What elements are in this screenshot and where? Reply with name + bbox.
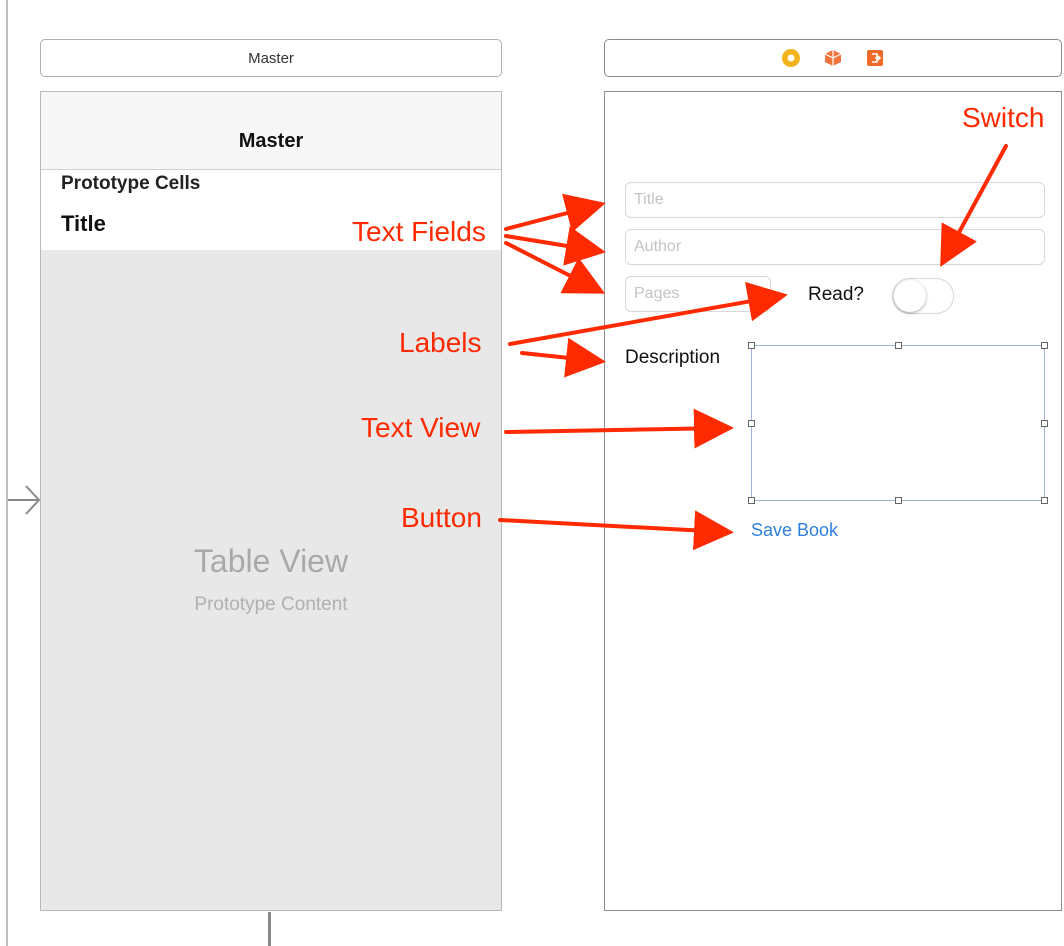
resize-handle[interactable]: [748, 497, 755, 504]
title-placeholder: Title: [634, 191, 664, 208]
description-text-view[interactable]: [748, 342, 1048, 504]
resize-handle[interactable]: [895, 497, 902, 504]
read-switch[interactable]: [892, 278, 954, 314]
view-controller-icon[interactable]: [781, 48, 801, 68]
arrow-description-label: [520, 337, 606, 378]
resize-handle[interactable]: [895, 342, 902, 349]
author-placeholder: Author: [634, 238, 682, 255]
pages-text-field[interactable]: Pages: [625, 276, 771, 312]
table-view-subtitle: Prototype Content: [194, 594, 348, 615]
nav-title: Master: [238, 130, 304, 152]
canvas-left-edge: [6, 0, 8, 946]
resize-handle[interactable]: [1041, 420, 1048, 427]
read-label: Read?: [808, 284, 864, 305]
master-scene-bar-title: Master: [248, 49, 294, 67]
description-label: Description: [625, 347, 721, 368]
table-view-title: Table View: [193, 543, 349, 579]
navigation-bar: Master: [41, 92, 501, 170]
annotation-switch: Switch: [962, 102, 1045, 133]
title-text-field[interactable]: Title: [625, 182, 1045, 218]
detail-scene-bar[interactable]: [604, 39, 1062, 77]
master-scene-bar[interactable]: Master: [40, 39, 502, 77]
annotation-text-view: Text View: [361, 412, 481, 443]
prototype-cells-header: Prototype Cells: [61, 173, 201, 194]
resize-handle[interactable]: [748, 342, 755, 349]
prototype-cell-title[interactable]: Title: [61, 211, 106, 237]
resize-handle[interactable]: [1041, 497, 1048, 504]
arrow-title-field: [504, 193, 606, 233]
author-text-field[interactable]: Author: [625, 229, 1045, 265]
arrow-pages-field: [504, 241, 606, 294]
annotation-text-fields: Text Fields: [352, 216, 486, 247]
entry-point-arrow-icon: [8, 485, 40, 515]
exit-icon[interactable]: [865, 48, 885, 68]
save-book-button[interactable]: Save Book: [751, 520, 838, 541]
annotation-button: Button: [401, 502, 482, 533]
switch-knob: [894, 280, 926, 312]
annotation-labels: Labels: [399, 327, 482, 358]
pages-placeholder: Pages: [634, 285, 680, 302]
first-responder-icon[interactable]: [823, 48, 843, 68]
resize-handle[interactable]: [748, 420, 755, 427]
resize-handle[interactable]: [1041, 342, 1048, 349]
arrow-author-field: [504, 226, 606, 266]
segue-connector: [268, 912, 271, 946]
